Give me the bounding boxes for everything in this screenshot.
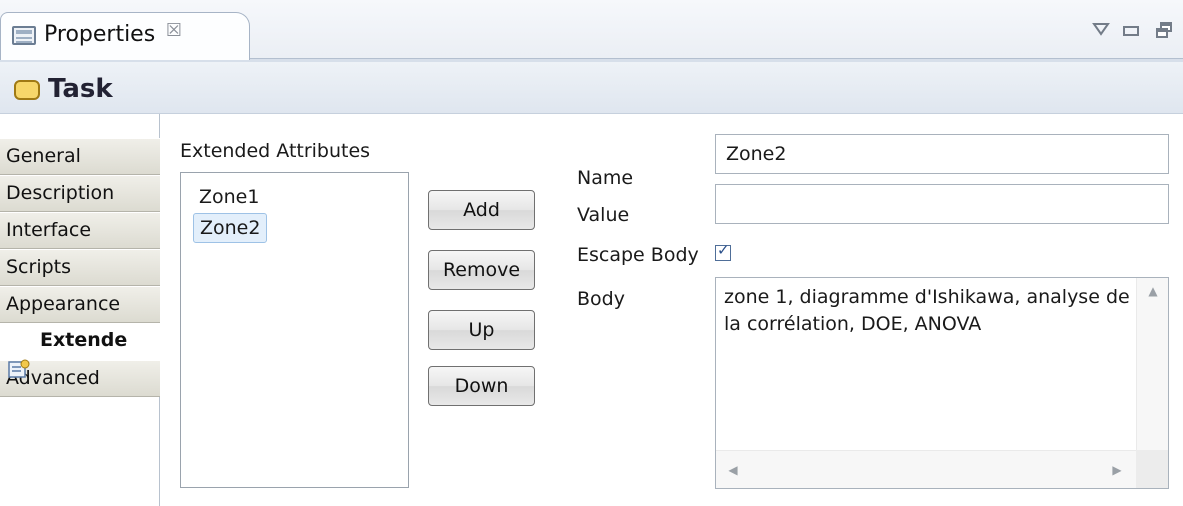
tab-interface[interactable]: Interface: [0, 212, 160, 249]
escape-body-label: Escape Body: [577, 244, 699, 266]
extended-attributes-label: Extended Attributes: [180, 140, 371, 162]
remove-button[interactable]: Remove: [428, 250, 535, 290]
minimize-icon[interactable]: [1123, 26, 1139, 36]
value-field[interactable]: [715, 184, 1169, 224]
list-item-zone2[interactable]: Zone2: [193, 213, 268, 243]
scroll-right-icon[interactable]: ▶: [1110, 463, 1124, 477]
tab-scripts[interactable]: Scripts: [0, 249, 160, 286]
body-textarea[interactable]: zone 1, diagramme d'Ishikawa, analyse de…: [715, 277, 1169, 489]
tab-properties-label: Properties: [44, 22, 156, 47]
scroll-up-icon[interactable]: ▲: [1146, 284, 1160, 298]
body-text: zone 1, diagramme d'Ishikawa, analyse de…: [724, 286, 1130, 335]
properties-icon: [12, 26, 36, 45]
scroll-left-icon[interactable]: ◀: [726, 463, 740, 477]
escape-body-checkbox[interactable]: [715, 241, 731, 261]
category-tab-column: General Description Interface Scripts Ap…: [0, 114, 168, 506]
task-icon: [14, 80, 40, 100]
tab-description[interactable]: Description: [0, 175, 160, 212]
tab-general[interactable]: General: [0, 138, 160, 175]
down-button[interactable]: Down: [428, 366, 535, 406]
value-label: Value: [577, 204, 630, 226]
close-icon[interactable]: ☒: [165, 22, 183, 40]
horizontal-scrollbar[interactable]: ◀ ▶: [716, 450, 1136, 488]
name-field[interactable]: Zone2: [715, 134, 1169, 174]
list-item-zone1[interactable]: Zone1: [193, 183, 265, 211]
view-menu-icon[interactable]: [1092, 22, 1110, 36]
extended-attributes-list[interactable]: Zone1 Zone2: [180, 172, 409, 488]
tab-appearance[interactable]: Appearance: [0, 286, 160, 323]
vertical-scrollbar[interactable]: ▲: [1136, 278, 1168, 450]
extended-attributes-icon: [8, 359, 30, 378]
up-button[interactable]: Up: [428, 310, 535, 350]
page-title: Task: [48, 74, 113, 104]
properties-title-bar: [0, 62, 1183, 114]
tab-extended-attributes[interactable]: Extende: [0, 323, 168, 360]
maximize-icon[interactable]: [1156, 22, 1172, 38]
add-button[interactable]: Add: [428, 190, 535, 230]
name-label: Name: [577, 167, 634, 189]
body-label: Body: [577, 288, 625, 310]
scrollbar-corner: [1136, 450, 1168, 488]
